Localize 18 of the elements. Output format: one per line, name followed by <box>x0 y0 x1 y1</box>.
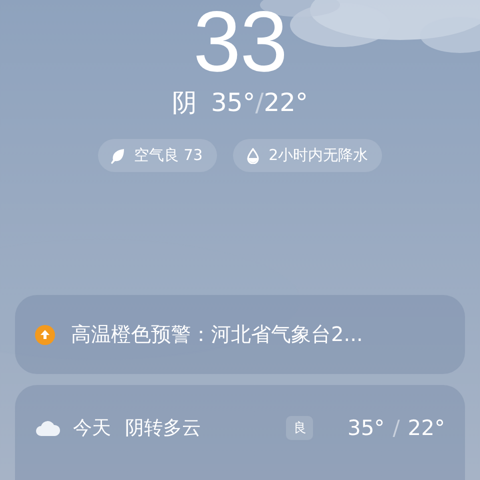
low-temperature: 22° <box>264 88 308 117</box>
forecast-day: 今天 <box>73 415 111 441</box>
info-chip[interactable]: 空气良 73 <box>98 139 217 172</box>
forecast-low: 22° <box>408 416 445 440</box>
info-chip[interactable]: 2小时内无降水 <box>232 139 382 172</box>
current-temperature: 33 <box>193 0 287 84</box>
air-quality-tag: 良 <box>286 416 314 440</box>
weather-condition: 阴 <box>172 87 197 119</box>
forecast-high: 35° <box>347 416 385 440</box>
warning-card[interactable]: 高温橙色预警：河北省气象台2... <box>15 295 465 374</box>
temperature-separator: / <box>255 88 264 117</box>
high-temperature: 35° <box>210 88 256 117</box>
cloud-icon <box>35 419 61 437</box>
temperature-separator: / <box>392 416 400 440</box>
water-drop-icon <box>244 148 261 164</box>
forecast-condition: 阴转多云 <box>125 416 201 441</box>
warning-text: 高温橙色预警：河北省气象台2... <box>71 321 363 348</box>
leaf-icon <box>110 148 126 164</box>
